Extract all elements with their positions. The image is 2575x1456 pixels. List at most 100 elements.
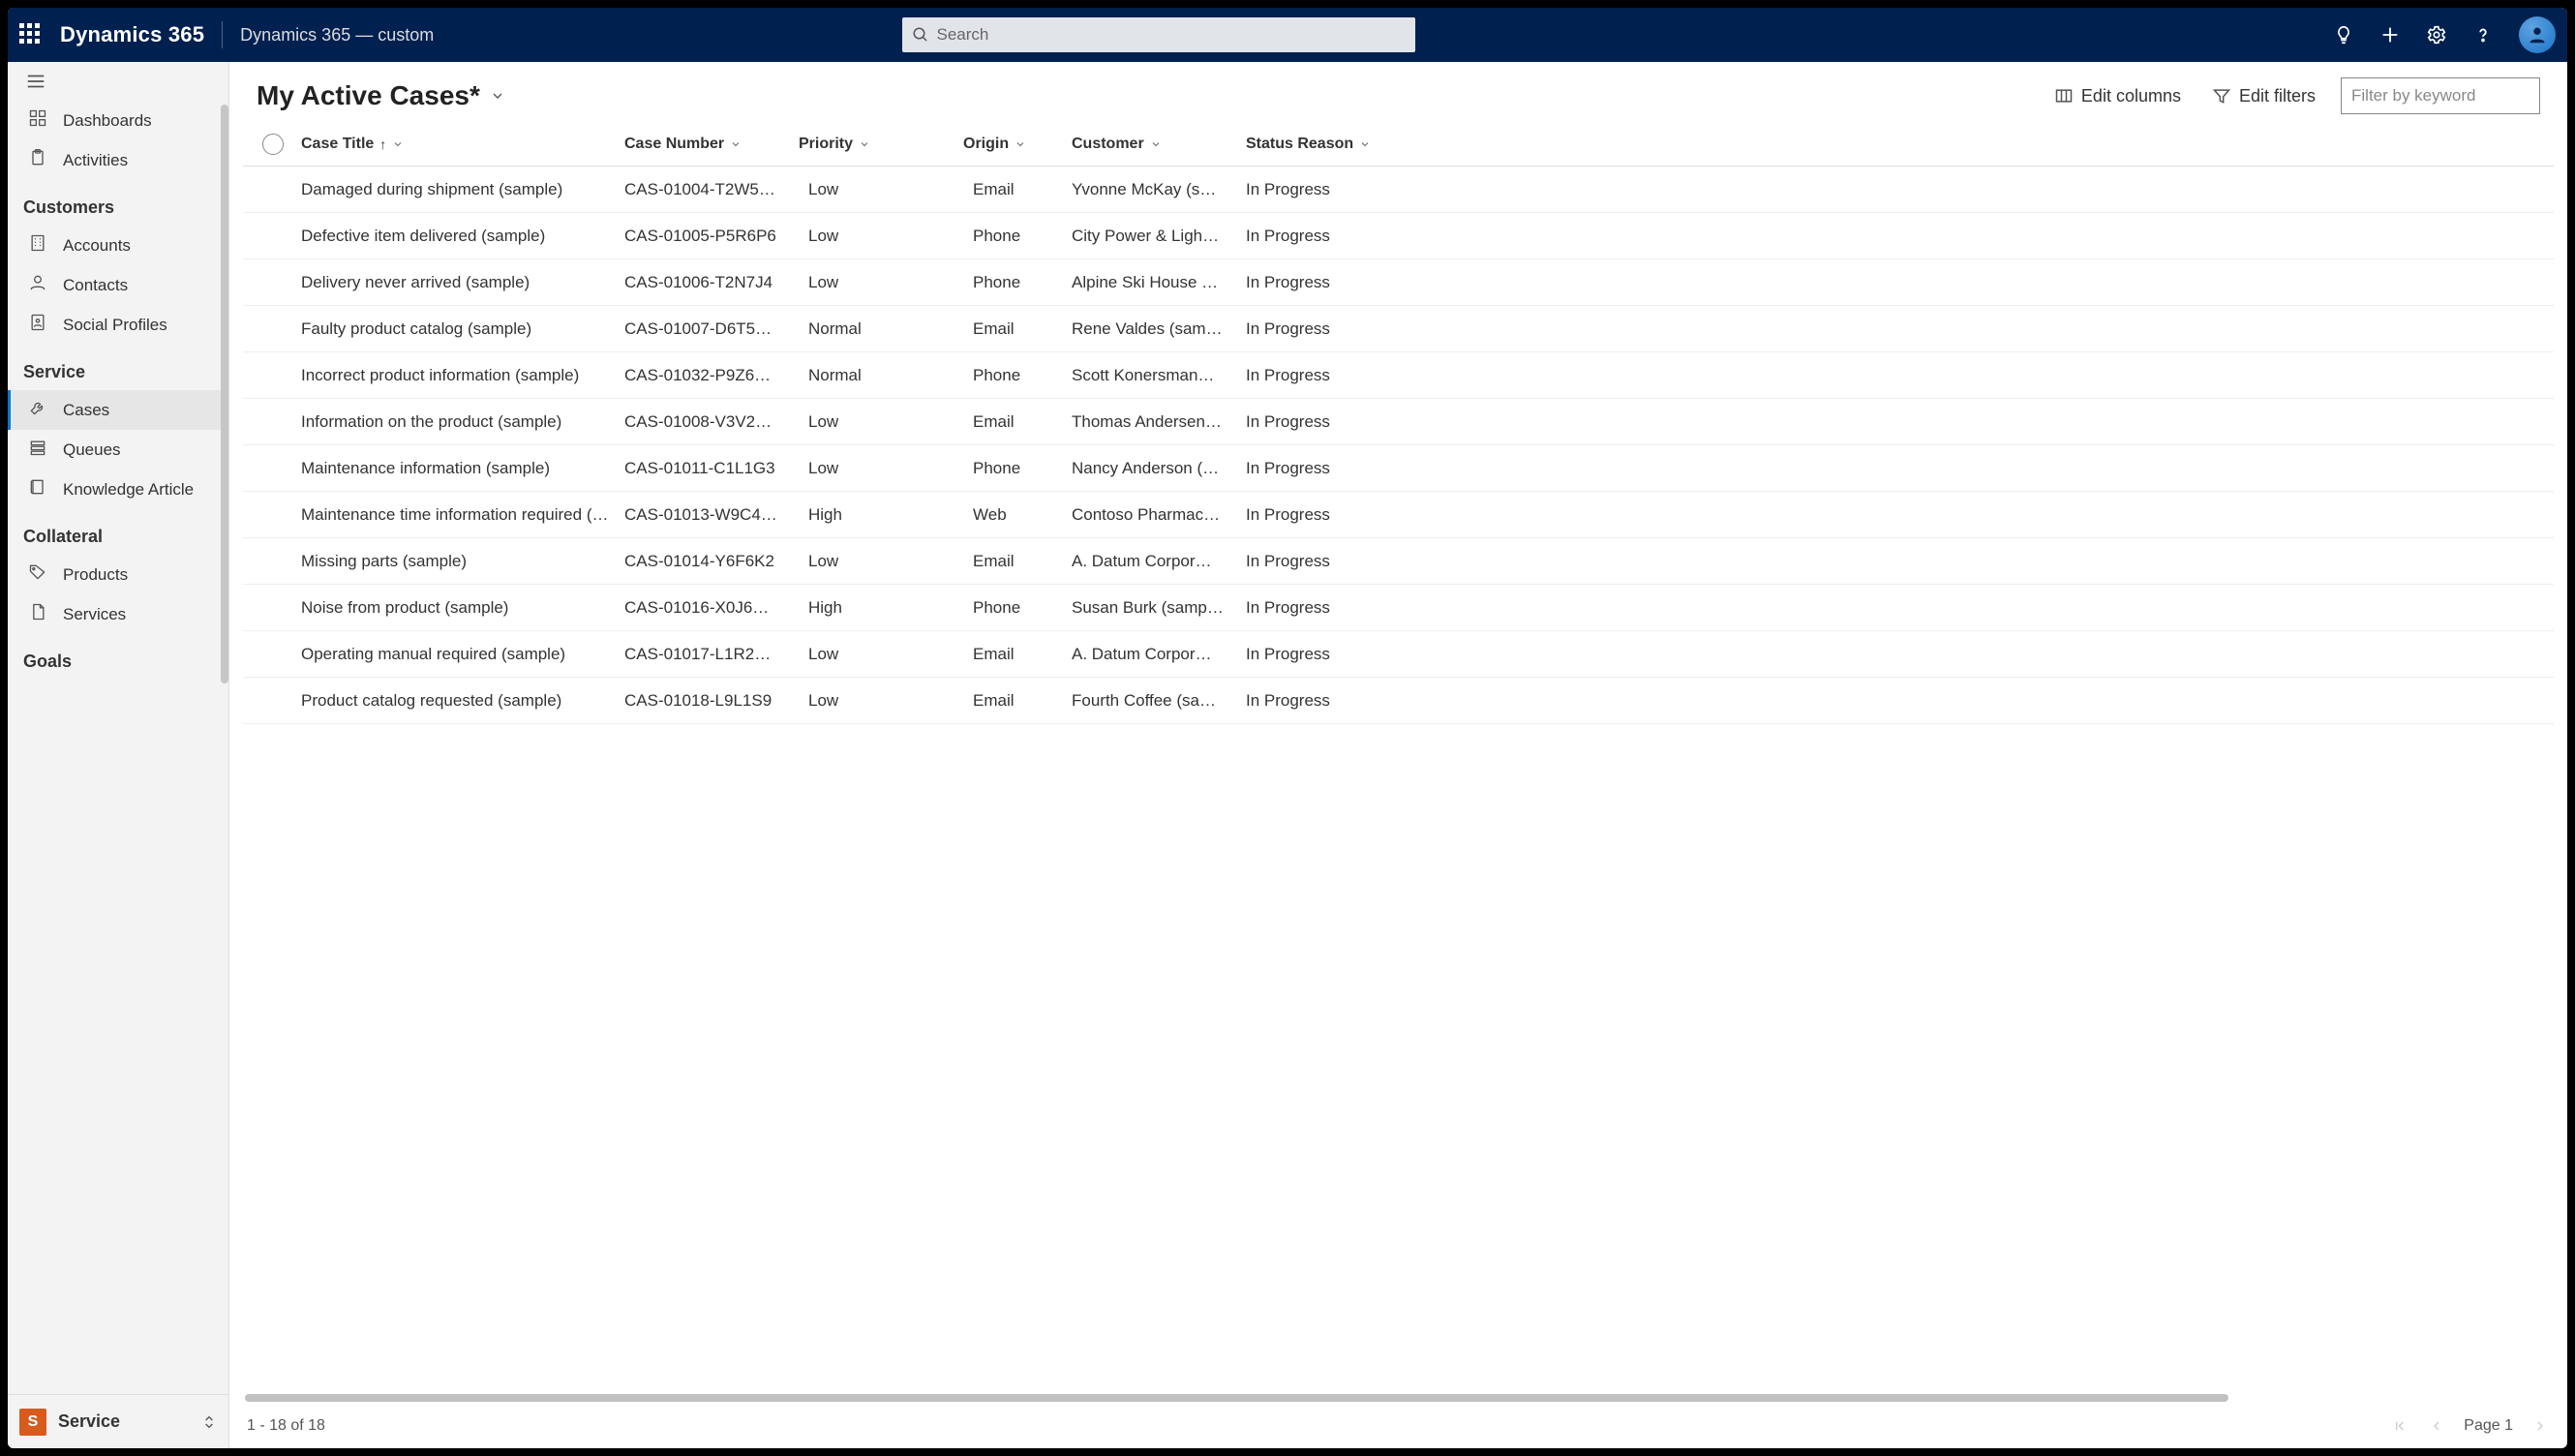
cell-priority: Low	[799, 552, 963, 571]
table-row[interactable]: Noise from product (sample)CAS-01016-X0J…	[243, 585, 2554, 631]
cell-customer[interactable]: Thomas Andersen…	[1072, 412, 1246, 432]
table-row[interactable]: Missing parts (sample)CAS-01014-Y6F6K2Lo…	[243, 538, 2554, 585]
cell-customer[interactable]: A. Datum Corpor…	[1072, 645, 1246, 664]
cell-number: CAS-01008-V3V2…	[624, 412, 799, 432]
cell-status: In Progress	[1246, 180, 1372, 199]
search-input[interactable]	[902, 17, 1415, 52]
cell-title[interactable]: Missing parts (sample)	[295, 552, 624, 571]
chevron-down-icon	[1150, 138, 1162, 150]
sidebar-item-accounts[interactable]: Accounts	[8, 226, 225, 265]
grid-footer: 1 - 18 of 18 Page 1	[229, 1404, 2567, 1448]
sidebar-item-label: Contacts	[63, 276, 128, 295]
sidebar-item-products[interactable]: Products	[8, 555, 225, 594]
gear-icon[interactable]	[2426, 24, 2447, 46]
cell-title[interactable]: Incorrect product information (sample)	[295, 366, 624, 385]
select-all-checkbox[interactable]	[251, 134, 295, 155]
view-selector[interactable]: My Active Cases*	[257, 80, 505, 111]
cell-number: CAS-01006-T2N7J4	[624, 273, 799, 292]
brand-label: Dynamics 365	[60, 22, 204, 47]
horizontal-scrollbar[interactable]	[245, 1394, 2552, 1404]
view-title-label: My Active Cases*	[257, 80, 480, 111]
table-row[interactable]: Faulty product catalog (sample)CAS-01007…	[243, 306, 2554, 352]
global-search[interactable]	[902, 17, 1415, 52]
cell-title[interactable]: Defective item delivered (sample)	[295, 227, 624, 246]
table-row[interactable]: Operating manual required (sample)CAS-01…	[243, 631, 2554, 678]
cell-number: CAS-01011-C1L1G3	[624, 459, 799, 478]
table-row[interactable]: Maintenance information (sample)CAS-0101…	[243, 445, 2554, 492]
col-header-status[interactable]: Status Reason	[1246, 136, 1372, 153]
cell-customer[interactable]: Yvonne McKay (s…	[1072, 180, 1246, 199]
keyword-filter-input[interactable]	[2341, 77, 2540, 114]
col-header-title[interactable]: Case Title ↑	[295, 136, 624, 153]
page-indicator: Page 1	[2464, 1417, 2513, 1435]
cell-customer[interactable]: Alpine Ski House …	[1072, 273, 1246, 292]
first-page-button[interactable]	[2390, 1416, 2409, 1436]
cell-number: CAS-01014-Y6F6K2	[624, 552, 799, 571]
cell-customer[interactable]: Contoso Pharmac…	[1072, 505, 1246, 525]
sidebar-item-label: Knowledge Article	[63, 480, 194, 500]
cell-title[interactable]: Maintenance time information required (s…	[295, 505, 624, 525]
cell-customer[interactable]: City Power & Ligh…	[1072, 227, 1246, 246]
table-row[interactable]: Delivery never arrived (sample)CAS-01006…	[243, 259, 2554, 306]
user-avatar[interactable]	[2519, 16, 2556, 53]
collapse-sidebar-button[interactable]	[8, 62, 228, 101]
environment-label[interactable]: Dynamics 365 — custom	[240, 25, 434, 46]
table-row[interactable]: Product catalog requested (sample)CAS-01…	[243, 678, 2554, 724]
id-badge-icon	[28, 313, 47, 337]
cell-customer[interactable]: Fourth Coffee (sa…	[1072, 691, 1246, 711]
table-row[interactable]: Defective item delivered (sample)CAS-010…	[243, 213, 2554, 259]
col-header-origin[interactable]: Origin	[963, 136, 1072, 153]
cell-title[interactable]: Information on the product (sample)	[295, 412, 624, 432]
sidebar-item-dashboards[interactable]: Dashboards	[8, 101, 225, 140]
sidebar-item-social-profiles[interactable]: Social Profiles	[8, 305, 225, 345]
cell-title[interactable]: Noise from product (sample)	[295, 598, 624, 618]
next-page-button[interactable]	[2530, 1416, 2550, 1436]
cell-origin: Phone	[963, 366, 1072, 385]
cell-title[interactable]: Damaged during shipment (sample)	[295, 180, 624, 199]
divider	[222, 21, 223, 48]
area-switcher[interactable]: S Service	[8, 1394, 228, 1448]
col-header-priority[interactable]: Priority	[799, 136, 963, 153]
cell-title[interactable]: Delivery never arrived (sample)	[295, 273, 624, 292]
cell-customer[interactable]: Scott Konersman…	[1072, 366, 1246, 385]
sidebar-group-collateral: Collateral	[8, 509, 225, 555]
cases-grid: Case Title ↑ Case Number Priority Origin	[229, 122, 2567, 1404]
grid-header-row: Case Title ↑ Case Number Priority Origin	[243, 122, 2554, 167]
help-icon[interactable]	[2472, 24, 2494, 46]
plus-icon[interactable]	[2379, 24, 2401, 46]
cell-customer[interactable]: Nancy Anderson (…	[1072, 459, 1246, 478]
prev-page-button[interactable]	[2427, 1416, 2446, 1436]
sidebar-item-queues[interactable]: Queues	[8, 430, 225, 470]
cell-title[interactable]: Faulty product catalog (sample)	[295, 319, 624, 339]
cell-customer[interactable]: A. Datum Corpor…	[1072, 552, 1246, 571]
sidebar-item-knowledge-article[interactable]: Knowledge Article	[8, 470, 225, 509]
table-row[interactable]: Information on the product (sample)CAS-0…	[243, 399, 2554, 445]
cell-number: CAS-01005-P5R6P6	[624, 227, 799, 246]
cell-customer[interactable]: Susan Burk (samp…	[1072, 598, 1246, 618]
chevron-down-icon	[490, 88, 505, 104]
person-icon	[28, 273, 47, 297]
sidebar-item-cases[interactable]: Cases	[8, 390, 225, 430]
sidebar-item-services[interactable]: Services	[8, 594, 225, 634]
sidebar-item-contacts[interactable]: Contacts	[8, 265, 225, 305]
sidebar-item-label: Dashboards	[63, 111, 152, 131]
edit-columns-button[interactable]: Edit columns	[2048, 82, 2187, 110]
table-row[interactable]: Maintenance time information required (s…	[243, 492, 2554, 538]
sidebar-item-label: Accounts	[63, 236, 131, 256]
col-header-number[interactable]: Case Number	[624, 136, 799, 153]
cell-title[interactable]: Product catalog requested (sample)	[295, 691, 624, 711]
lightbulb-icon[interactable]	[2333, 24, 2354, 46]
sidebar-scrollbar[interactable]	[221, 105, 228, 1390]
table-row[interactable]: Damaged during shipment (sample)CAS-0100…	[243, 167, 2554, 213]
edit-filters-button[interactable]: Edit filters	[2206, 82, 2321, 110]
cell-title[interactable]: Operating manual required (sample)	[295, 645, 624, 664]
table-row[interactable]: Incorrect product information (sample)CA…	[243, 352, 2554, 399]
grid-body[interactable]: Damaged during shipment (sample) CAS-0100…	[243, 167, 2554, 1392]
wrench-icon	[28, 398, 47, 422]
col-header-customer[interactable]: Customer	[1072, 136, 1246, 153]
sidebar-item-activities[interactable]: Activities	[8, 140, 225, 180]
app-launcher-icon[interactable]	[19, 23, 43, 46]
cell-customer[interactable]: Rene Valdes (sam…	[1072, 319, 1246, 339]
cell-title[interactable]: Maintenance information (sample)	[295, 459, 624, 478]
cell-number: CAS-01013-W9C4…	[624, 505, 799, 525]
